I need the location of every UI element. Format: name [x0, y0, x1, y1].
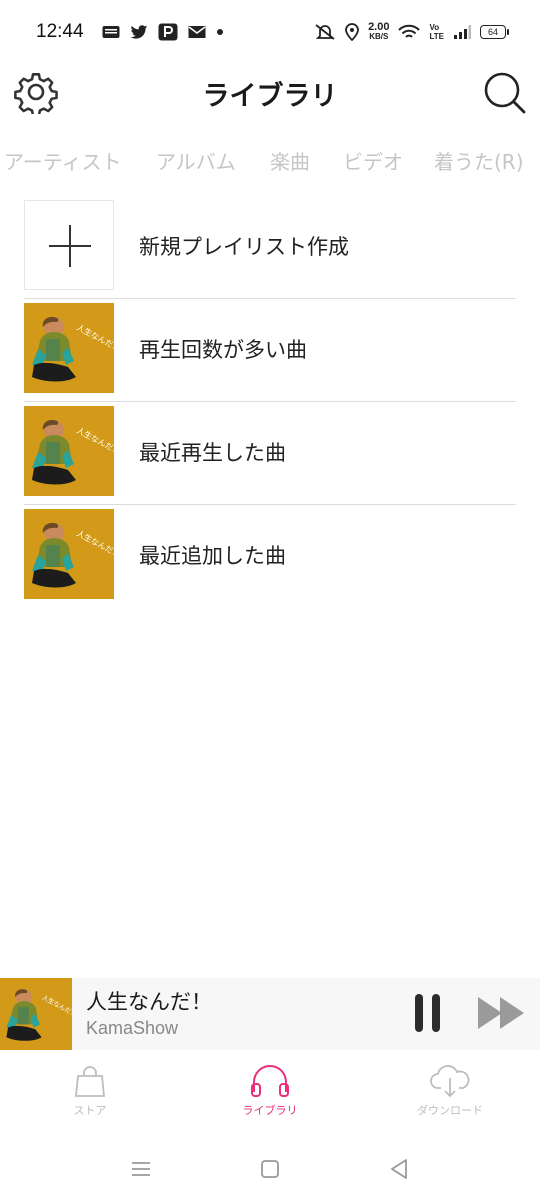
plus-icon — [49, 225, 91, 267]
notification-icons — [102, 23, 224, 41]
category-tabs: アーティスト アルバム 楽曲 ビデオ 着うた(R) — [0, 146, 540, 180]
tab-songs[interactable]: 楽曲 — [270, 146, 310, 175]
nav-store-label: ストア — [73, 1104, 107, 1117]
nav-download[interactable]: ダウンロード — [380, 1064, 520, 1118]
back-button[interactable] — [384, 1154, 414, 1184]
signal-icon — [453, 24, 471, 40]
list-item[interactable]: 人生なんだ！ 最近追加した曲 — [24, 505, 516, 608]
menu-lines-icon — [132, 1162, 150, 1176]
network-speed-value: 2.00 — [368, 21, 390, 33]
location-pin-icon — [345, 23, 359, 41]
tab-album[interactable]: アルバム — [156, 146, 236, 175]
more-notifications-dot-icon — [216, 28, 224, 36]
status-time: 12:44 — [36, 21, 84, 42]
list-item-label: 新規プレイリスト作成 — [139, 235, 349, 259]
page-title: ライブラリ — [202, 81, 338, 112]
status-bar: 12:44 2.00 KB/S Vo LTE 64 — [0, 0, 540, 64]
headphones-icon — [251, 1065, 289, 1097]
tab-artist[interactable]: アーティスト — [4, 146, 122, 175]
paypay-icon — [158, 23, 178, 41]
search-icon — [484, 72, 526, 114]
pause-button[interactable] — [410, 992, 446, 1034]
list-item-label: 再生回数が多い曲 — [139, 338, 307, 362]
nav-library[interactable]: ライブラリ — [200, 1064, 340, 1118]
mail-icon — [188, 25, 206, 39]
network-speed-unit: KB/S — [369, 32, 389, 41]
recent-apps-button[interactable] — [126, 1154, 156, 1184]
nav-library-label: ライブラリ — [242, 1104, 298, 1117]
tab-chaku-uta[interactable]: 着うた(R) — [434, 146, 524, 175]
network-speed: 2.00 KB/S — [368, 21, 390, 42]
album-art: 人生なんだ！ — [24, 303, 114, 393]
bottom-navigation: ストア ライブラリ ダウンロード — [0, 1052, 540, 1128]
system-status-icons: 2.00 KB/S Vo LTE 64 — [314, 21, 509, 42]
list-item[interactable]: 人生なんだ！ 最近再生した曲 — [24, 402, 516, 505]
home-button[interactable] — [255, 1154, 285, 1184]
now-playing-album-art: 人生なんだ！ — [0, 978, 72, 1050]
tab-video[interactable]: ビデオ — [343, 146, 403, 175]
back-triangle-icon — [391, 1159, 407, 1179]
list-item-label: 最近再生した曲 — [139, 441, 286, 465]
mini-player[interactable]: 人生なんだ！ 人生なんだ！ KamaShow — [0, 978, 540, 1050]
list-item[interactable]: 人生なんだ！ 再生回数が多い曲 — [24, 299, 516, 402]
search-button[interactable] — [480, 68, 528, 116]
volte-indicator: Vo LTE — [429, 23, 444, 41]
album-art: 人生なんだ！ — [24, 509, 114, 599]
new-playlist-row[interactable]: 新規プレイリスト作成 — [24, 196, 516, 299]
twitter-icon — [130, 24, 148, 40]
nav-download-label: ダウンロード — [417, 1104, 483, 1117]
app-header: ライブラリ — [0, 64, 540, 120]
fast-forward-icon — [478, 997, 524, 1029]
volte-top: Vo — [429, 23, 440, 32]
system-navigation-bar — [0, 1140, 540, 1200]
next-track-button[interactable] — [474, 994, 530, 1032]
wifi-icon — [398, 24, 421, 40]
cloud-download-icon — [430, 1065, 470, 1098]
mute-bell-icon — [314, 23, 336, 41]
shopping-bag-icon — [75, 1066, 105, 1097]
battery-indicator: 64 — [480, 25, 509, 39]
now-playing-artist: KamaShow — [86, 1018, 179, 1038]
playlist-list: 新規プレイリスト作成 人生なんだ！ 再生回数が多い曲 人生なんだ！ 最近再生した… — [24, 196, 516, 608]
square-home-icon — [261, 1160, 279, 1178]
nav-store[interactable]: ストア — [20, 1064, 160, 1118]
volte-bottom: LTE — [429, 32, 444, 41]
news-app-icon — [102, 25, 120, 39]
pause-icon — [415, 994, 440, 1032]
now-playing-title: 人生なんだ！ — [86, 990, 212, 1014]
list-item-label: 最近追加した曲 — [139, 544, 286, 568]
album-art: 人生なんだ！ — [24, 406, 114, 496]
add-playlist-tile — [24, 200, 114, 290]
